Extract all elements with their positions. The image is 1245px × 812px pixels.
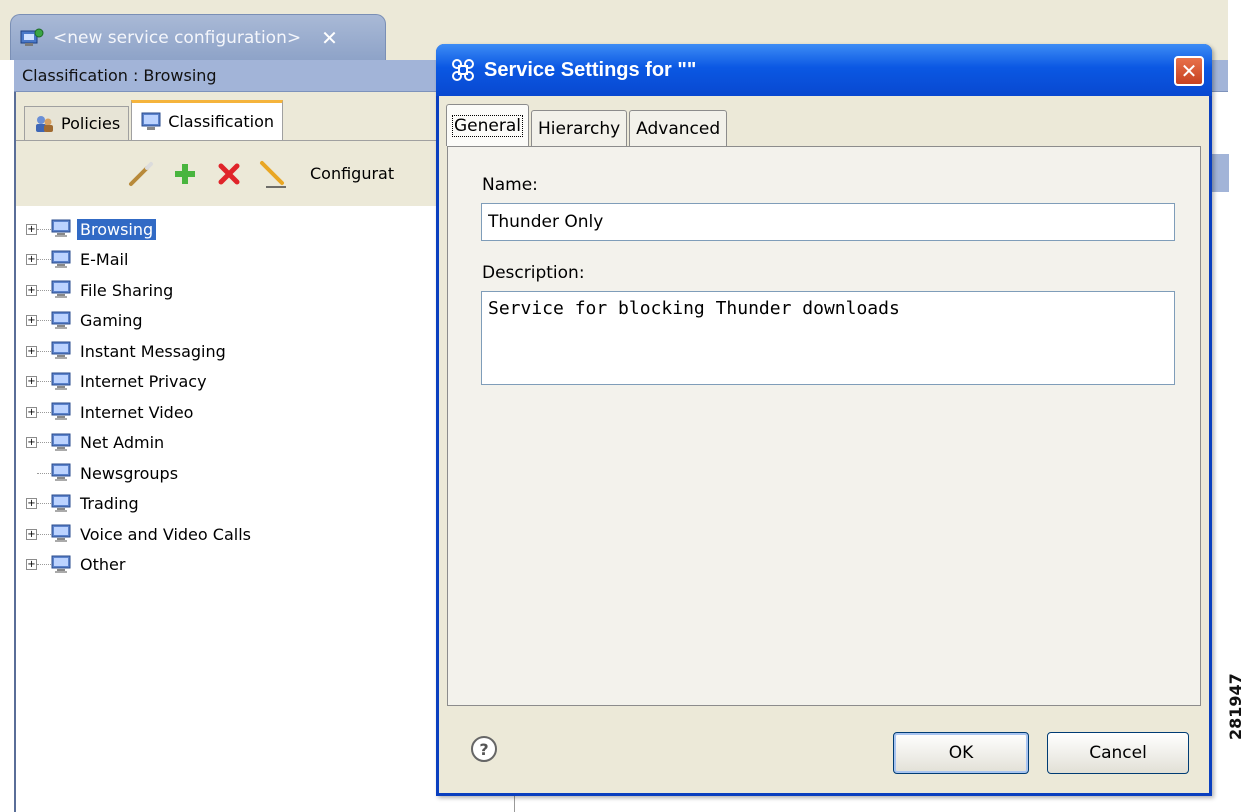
delete-icon[interactable] — [214, 159, 244, 189]
expand-icon[interactable]: + — [26, 223, 37, 235]
tree-item-label: Net Admin — [80, 433, 165, 453]
computer-icon — [51, 402, 71, 422]
description-label: Description: — [482, 263, 585, 283]
tree-connector — [37, 472, 51, 474]
help-glyph: ? — [479, 739, 489, 759]
name-label: Name: — [482, 175, 538, 195]
tab-policies-label: Policies — [61, 114, 121, 133]
close-icon: ✕ — [1180, 59, 1198, 83]
service-icon — [452, 59, 474, 81]
close-icon[interactable]: ✕ — [321, 26, 338, 50]
dialog-title-bar[interactable]: Service Settings for "" ✕ — [436, 44, 1212, 96]
tree-connector — [37, 350, 51, 352]
tab-general-label: General — [452, 114, 523, 137]
computer-icon — [51, 341, 71, 361]
tree-item-label: Gaming — [80, 311, 143, 331]
tree-item-label: File Sharing — [80, 280, 174, 300]
tree-connector — [37, 320, 51, 322]
tree-connector — [37, 533, 51, 535]
computer-icon — [51, 463, 71, 483]
computer-icon — [51, 372, 71, 392]
tab-hierarchy-label: Hierarchy — [538, 118, 621, 139]
expand-icon[interactable]: + — [26, 437, 37, 449]
expand-icon[interactable]: + — [26, 284, 37, 296]
computer-icon — [51, 524, 71, 544]
computer-icon — [51, 494, 71, 514]
expand-icon[interactable]: + — [26, 559, 37, 571]
tree-connector — [37, 289, 51, 291]
tab-classification-label: Classification — [168, 112, 275, 131]
tree-item-label: Trading — [80, 494, 139, 514]
expand-icon[interactable]: + — [26, 406, 37, 418]
tab-advanced[interactable]: Advanced — [629, 110, 728, 146]
tree-item-label: Internet Video — [80, 402, 194, 422]
computer-icon — [51, 280, 71, 300]
tree-connector — [37, 564, 51, 566]
tree-item-label: Newsgroups — [80, 463, 179, 483]
app-icon — [19, 27, 45, 49]
tree-connector — [37, 381, 51, 383]
tree-item-label: Internet Privacy — [80, 372, 207, 392]
computer-icon — [51, 311, 71, 331]
description-input[interactable]: Service for blocking Thunder downloads — [481, 291, 1175, 385]
tab-classification[interactable]: Classification — [131, 100, 284, 140]
dialog-title: Service Settings for "" — [484, 58, 697, 81]
computer-icon — [51, 219, 71, 239]
tree-item-label: E-Mail — [80, 250, 129, 270]
service-settings-dialog: Service Settings for "" ✕ General Hierar… — [436, 44, 1212, 796]
expand-icon[interactable]: + — [26, 498, 37, 510]
ok-button[interactable]: OK — [893, 732, 1029, 774]
edit-icon[interactable] — [258, 159, 288, 189]
tree-connector — [37, 503, 51, 505]
tree-item-label: Other — [80, 555, 126, 575]
editor-tab[interactable]: <new service configuration> ✕ — [10, 14, 386, 60]
tab-hierarchy[interactable]: Hierarchy — [531, 110, 628, 146]
expand-icon[interactable]: + — [26, 315, 37, 327]
computer-icon — [51, 555, 71, 575]
expand-icon[interactable]: + — [26, 376, 37, 388]
tab-advanced-label: Advanced — [636, 118, 721, 139]
wand-icon[interactable] — [126, 159, 156, 189]
figure-id: 281947 — [1226, 673, 1245, 740]
dialog-tab-bar: General Hierarchy Advanced — [446, 102, 729, 146]
classification-icon — [141, 112, 161, 130]
policies-icon — [36, 115, 53, 132]
computer-icon — [51, 433, 71, 453]
subtab-bar: Policies Classification — [24, 100, 285, 140]
dialog-close-button[interactable]: ✕ — [1174, 56, 1204, 86]
expand-icon[interactable]: + — [26, 528, 37, 540]
tree-item-label: Browsing — [77, 218, 157, 240]
tree-connector — [37, 259, 51, 261]
general-tab-panel: Name: Description: Service for blocking … — [447, 146, 1201, 706]
tab-general[interactable]: General — [446, 104, 529, 146]
expand-icon[interactable]: + — [26, 254, 37, 266]
help-icon[interactable]: ? — [471, 736, 497, 762]
tab-policies[interactable]: Policies — [24, 106, 130, 140]
cancel-button[interactable]: Cancel — [1047, 732, 1189, 774]
expand-icon[interactable]: + — [26, 345, 37, 357]
tree-connector — [37, 228, 51, 230]
editor-tab-title: <new service configuration> — [53, 27, 302, 48]
add-icon[interactable] — [170, 159, 200, 189]
tree-connector — [37, 411, 51, 413]
tree-connector — [37, 442, 51, 444]
name-input[interactable] — [481, 203, 1175, 241]
toolbar-configuration-label: Configurat — [310, 164, 395, 183]
computer-icon — [51, 250, 71, 270]
view-header-title: Classification : Browsing — [22, 66, 217, 85]
tree-item-label: Instant Messaging — [80, 341, 226, 361]
tree-item-label: Voice and Video Calls — [80, 524, 251, 544]
